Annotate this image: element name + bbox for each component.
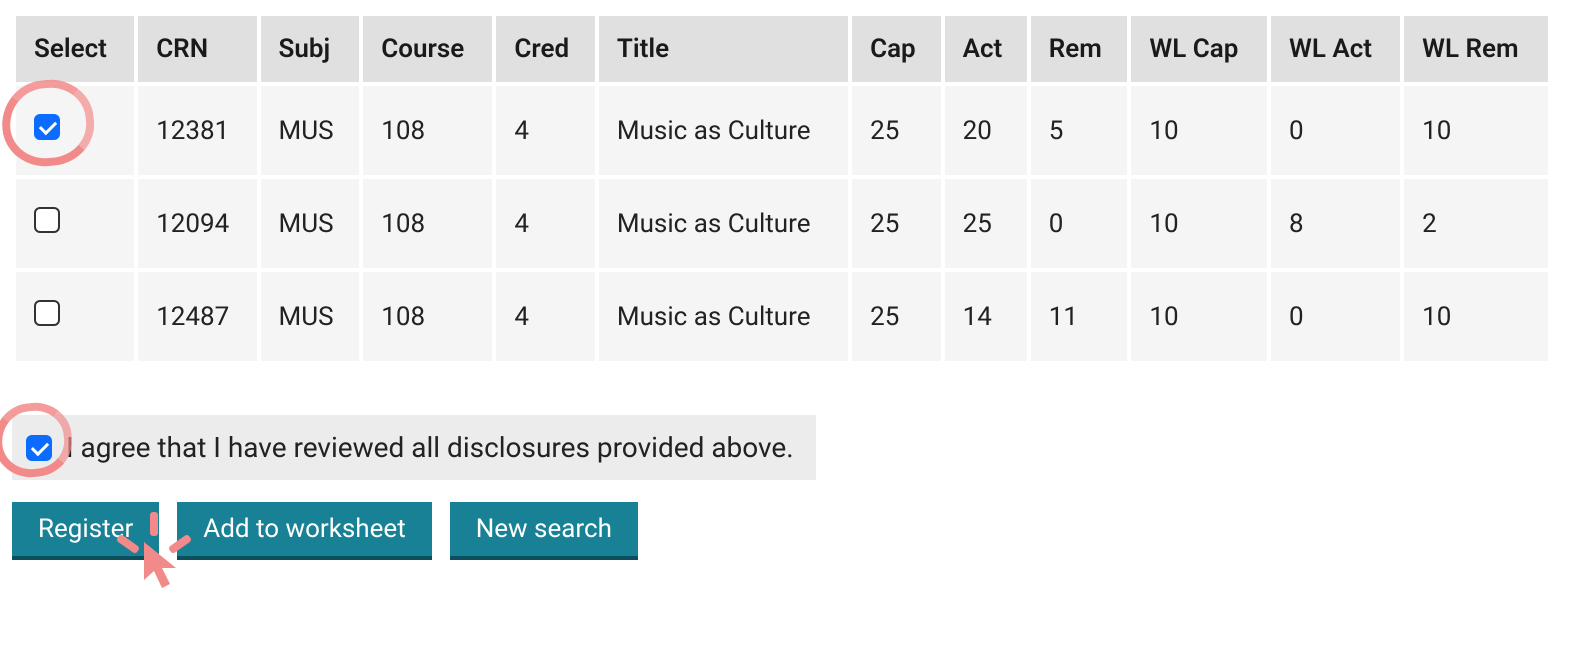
col-wlrem: WL Rem — [1404, 16, 1548, 82]
course-cell: 108 — [363, 272, 492, 361]
table-row: 12487MUS1084Music as Culture25141110010 — [16, 272, 1548, 361]
subj-cell: MUS — [261, 272, 360, 361]
col-course: Course — [363, 16, 492, 82]
agree-text: I agree that I have reviewed all disclos… — [66, 431, 794, 464]
cap-cell: 25 — [852, 179, 941, 268]
col-subj: Subj — [261, 16, 360, 82]
select-cell — [16, 179, 134, 268]
action-button-row: Register Add to worksheet New search — [12, 502, 1562, 556]
add-to-worksheet-button[interactable]: Add to worksheet — [177, 502, 431, 556]
act-cell: 25 — [945, 179, 1027, 268]
act-cell: 14 — [945, 272, 1027, 361]
cred-cell: 4 — [496, 86, 594, 175]
cap-cell: 25 — [852, 272, 941, 361]
new-search-button[interactable]: New search — [450, 502, 638, 556]
col-act: Act — [945, 16, 1027, 82]
col-wlcap: WL Cap — [1131, 16, 1267, 82]
col-rem: Rem — [1031, 16, 1128, 82]
wlact-cell: 0 — [1271, 86, 1400, 175]
wlcap-cell: 10 — [1131, 272, 1267, 361]
course-cell: 108 — [363, 179, 492, 268]
col-cap: Cap — [852, 16, 941, 82]
select-cell — [16, 272, 134, 361]
register-button[interactable]: Register — [12, 502, 159, 556]
cap-cell: 25 — [852, 86, 941, 175]
col-title: Title — [599, 16, 848, 82]
col-wlact: WL Act — [1271, 16, 1400, 82]
title-cell: Music as Culture — [599, 179, 848, 268]
col-cred: Cred — [496, 16, 594, 82]
crn-cell: 12381 — [138, 86, 256, 175]
wlcap-cell: 10 — [1131, 179, 1267, 268]
subj-cell: MUS — [261, 179, 360, 268]
disclosure-agree-row: I agree that I have reviewed all disclos… — [12, 415, 816, 480]
rem-cell: 5 — [1031, 86, 1128, 175]
row-select-checkbox[interactable] — [34, 114, 60, 140]
table-header-row: Select CRN Subj Course Cred Title Cap Ac… — [16, 16, 1548, 82]
row-select-checkbox[interactable] — [34, 300, 60, 326]
rem-cell: 11 — [1031, 272, 1128, 361]
course-cell: 108 — [363, 86, 492, 175]
title-cell: Music as Culture — [599, 86, 848, 175]
wlrem-cell: 10 — [1404, 272, 1548, 361]
row-select-checkbox[interactable] — [34, 207, 60, 233]
table-row: 12094MUS1084Music as Culture252501082 — [16, 179, 1548, 268]
crn-cell: 12487 — [138, 272, 256, 361]
col-crn: CRN — [138, 16, 256, 82]
wlact-cell: 8 — [1271, 179, 1400, 268]
rem-cell: 0 — [1031, 179, 1128, 268]
table-row: 12381MUS1084Music as Culture2520510010 — [16, 86, 1548, 175]
crn-cell: 12094 — [138, 179, 256, 268]
cred-cell: 4 — [496, 272, 594, 361]
subj-cell: MUS — [261, 86, 360, 175]
select-cell — [16, 86, 134, 175]
title-cell: Music as Culture — [599, 272, 848, 361]
wlcap-cell: 10 — [1131, 86, 1267, 175]
cred-cell: 4 — [496, 179, 594, 268]
col-select: Select — [16, 16, 134, 82]
act-cell: 20 — [945, 86, 1027, 175]
course-sections-table: Select CRN Subj Course Cred Title Cap Ac… — [12, 12, 1552, 365]
wlact-cell: 0 — [1271, 272, 1400, 361]
wlrem-cell: 2 — [1404, 179, 1548, 268]
wlrem-cell: 10 — [1404, 86, 1548, 175]
agree-checkbox[interactable] — [26, 435, 52, 461]
